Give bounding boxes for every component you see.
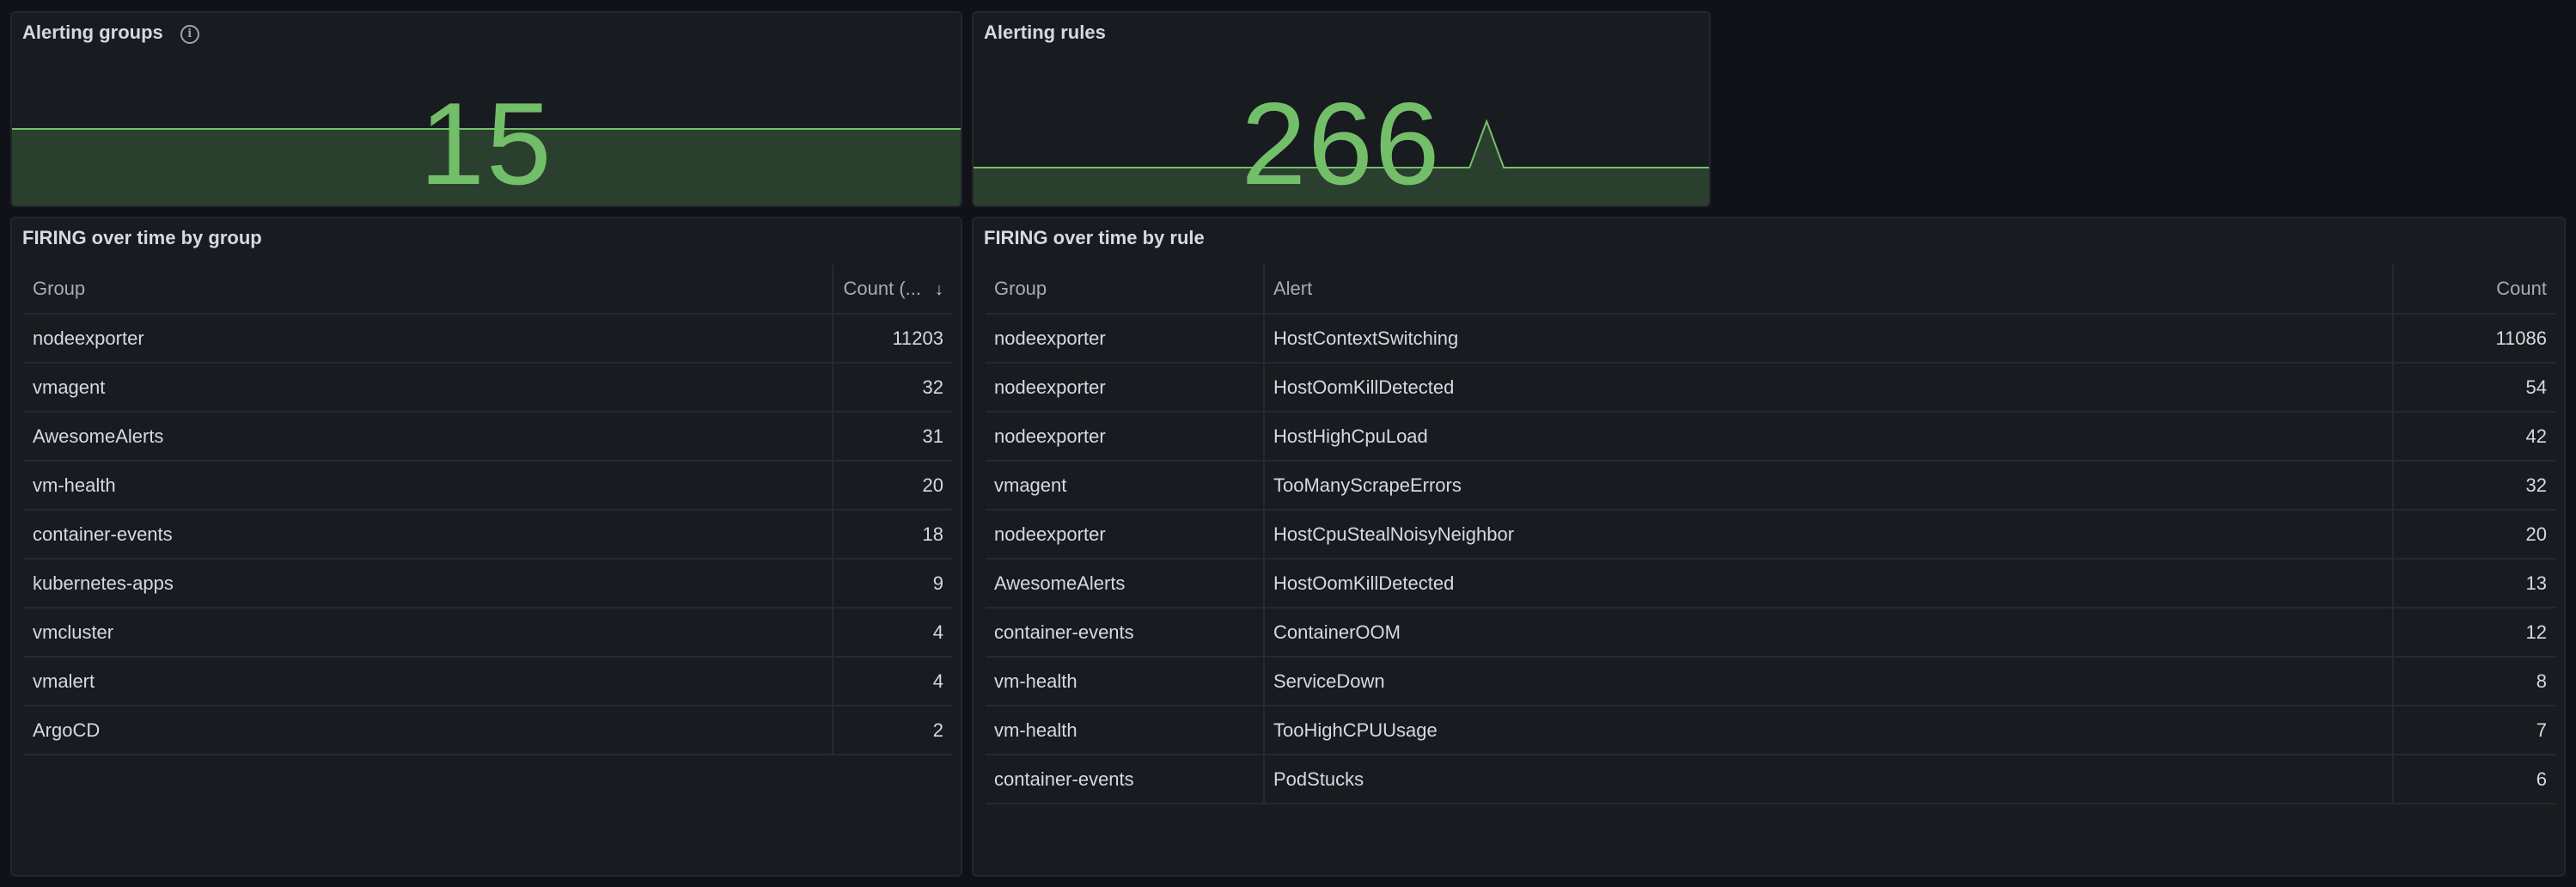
table-header-row: Group Count (... ↓ [24,265,952,315]
group-cell: container-events [986,755,1265,804]
table-row: vm-health 20 [24,461,952,511]
column-header-count-label: Count (... [843,278,921,299]
count-cell: 31 [833,412,952,462]
column-header-count[interactable]: Count (... ↓ [833,265,952,315]
count-cell: 2 [833,706,952,755]
alerting-groups-value: 15 [419,78,553,207]
column-header-group[interactable]: Group [24,265,833,315]
firing-by-group-panel: FIRING over time by group Group Count (.… [10,217,962,877]
alert-cell: HostCpuStealNoisyNeighbor [1264,510,2394,560]
alerting-groups-panel: Alerting groups i 15 [10,11,962,207]
group-cell: AwesomeAlerts [986,559,1265,609]
firing-by-rule-table: Group Alert Count nodeexporter HostContex… [986,265,2555,804]
table-row: vm-health TooHighCPUUsage 7 [986,706,2555,755]
group-cell: vmalert [24,657,833,707]
count-cell: 42 [2393,412,2555,462]
alert-cell: HostHighCpuLoad [1264,412,2394,462]
group-cell: vmagent [24,363,833,413]
table-row: nodeexporter HostHighCpuLoad 42 [986,412,2555,462]
count-cell: 13 [2393,559,2555,609]
alert-cell: TooHighCPUUsage [1264,706,2394,755]
table-row: AwesomeAlerts HostOomKillDetected 13 [986,559,2555,609]
group-cell: nodeexporter [24,314,833,364]
table-row: AwesomeAlerts 31 [24,412,952,462]
count-cell: 32 [833,363,952,413]
alert-cell: HostOomKillDetected [1264,559,2394,609]
column-header-group[interactable]: Group [986,265,1265,315]
alert-cell: HostContextSwitching [1264,314,2394,364]
count-cell: 11086 [2393,314,2555,364]
group-cell: vm-health [24,461,833,511]
info-icon[interactable]: i [180,25,199,44]
group-cell: container-events [24,510,833,560]
count-cell: 6 [2393,755,2555,804]
table-row: vmagent 32 [24,363,952,413]
column-header-count[interactable]: Count [2393,265,2555,315]
count-cell: 7 [2393,706,2555,755]
count-cell: 32 [2393,461,2555,511]
alert-cell: PodStucks [1264,755,2394,804]
table-row: nodeexporter HostCpuStealNoisyNeighbor 20 [986,510,2555,560]
group-cell: AwesomeAlerts [24,412,833,462]
table-row: vm-health ServiceDown 8 [986,657,2555,707]
table-header-row: Group Alert Count [986,265,2555,315]
firing-by-rule-panel: FIRING over time by rule Group Alert Cou… [972,217,2566,877]
group-cell: nodeexporter [986,314,1265,364]
table-row: nodeexporter 11203 [24,314,952,364]
group-cell: kubernetes-apps [24,559,833,609]
table-row: vmcluster 4 [24,608,952,658]
firing-by-group-title: FIRING over time by group [22,227,262,248]
group-cell: vm-health [986,706,1265,755]
table-row: nodeexporter HostOomKillDetected 54 [986,363,2555,413]
count-cell: 54 [2393,363,2555,413]
sort-descending-icon[interactable]: ↓ [935,280,943,300]
alert-cell: TooManyScrapeErrors [1264,461,2394,511]
table-row: container-events PodStucks 6 [986,755,2555,804]
alert-cell: ContainerOOM [1264,608,2394,658]
count-cell: 20 [833,461,952,511]
alerting-groups-title: Alerting groups [22,21,163,43]
count-cell: 18 [833,510,952,560]
firing-by-rule-title: FIRING over time by rule [984,227,1205,248]
group-cell: ArgoCD [24,706,833,755]
column-header-alert[interactable]: Alert [1264,265,2394,315]
alert-cell: ServiceDown [1264,657,2394,707]
group-cell: vmcluster [24,608,833,658]
count-cell: 12 [2393,608,2555,658]
table-row: ArgoCD 2 [24,706,952,755]
table-row: container-events ContainerOOM 12 [986,608,2555,658]
firing-by-group-table: Group Count (... ↓ nodeexporter 11203 vmage… [24,265,952,755]
group-cell: nodeexporter [986,363,1265,413]
table-row: nodeexporter HostContextSwitching 11086 [986,314,2555,364]
count-cell: 9 [833,559,952,609]
alert-cell: HostOomKillDetected [1264,363,2394,413]
table-row: vmalert 4 [24,657,952,707]
alerting-rules-panel: Alerting rules 266 [972,11,1711,207]
group-cell: nodeexporter [986,412,1265,462]
count-cell: 20 [2393,510,2555,560]
group-cell: vmagent [986,461,1265,511]
group-cell: vm-health [986,657,1265,707]
count-cell: 4 [833,657,952,707]
count-cell: 4 [833,608,952,658]
group-cell: container-events [986,608,1265,658]
alerting-rules-value: 266 [1241,78,1442,207]
panel-title: Alerting groups i [22,21,199,44]
table-row: container-events 18 [24,510,952,560]
count-cell: 11203 [833,314,952,364]
table-row: kubernetes-apps 9 [24,559,952,609]
count-cell: 8 [2393,657,2555,707]
alerting-rules-title: Alerting rules [984,21,1106,43]
table-row: vmagent TooManyScrapeErrors 32 [986,461,2555,511]
group-cell: nodeexporter [986,510,1265,560]
